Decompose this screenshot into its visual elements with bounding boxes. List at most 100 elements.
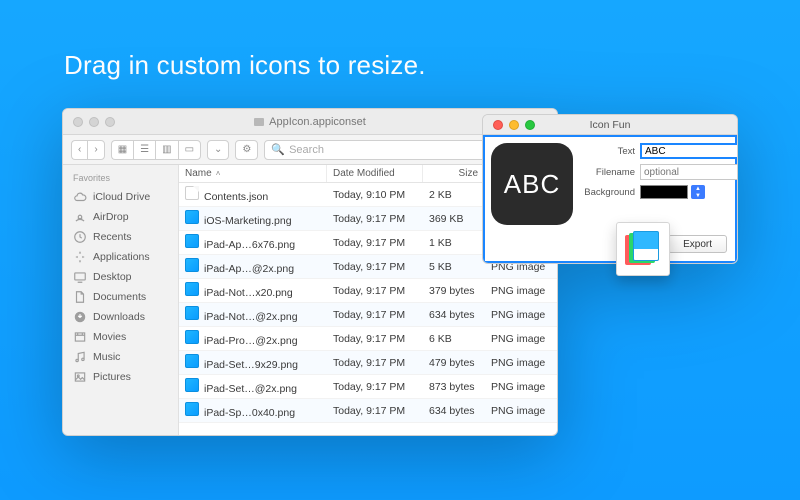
finder-sidebar: Favorites iCloud Drive AirDrop Recents Appl… [63, 165, 179, 435]
action-button[interactable]: ⚙︎ [235, 140, 258, 160]
file-size: 5 KB [423, 261, 485, 273]
folder-icon [254, 118, 264, 126]
export-button[interactable]: Export [668, 235, 727, 253]
file-name: iOS-Marketing.png [204, 215, 292, 227]
sidebar-item-icloud-drive[interactable]: iCloud Drive [63, 187, 178, 207]
sidebar-item-applications[interactable]: Applications [63, 247, 178, 267]
file-size: 873 bytes [423, 381, 485, 393]
sidebar-item-label: Documents [93, 291, 146, 303]
sidebar-item-recents[interactable]: Recents [63, 227, 178, 247]
hero-caption: Drag in custom icons to resize. [64, 50, 426, 81]
back-button[interactable]: ‹ [71, 140, 87, 160]
file-name: iPad-Ap…6x76.png [204, 239, 295, 251]
file-name: iPad-Not…@2x.png [204, 311, 298, 323]
file-png-icon [185, 210, 199, 224]
file-size: 6 KB [423, 333, 485, 345]
sidebar-item-label: AirDrop [93, 211, 129, 223]
table-row[interactable]: iPad-Sp…0x40.pngToday, 9:17 PM634 bytesP… [179, 399, 557, 423]
background-label: Background [581, 187, 635, 198]
filename-input[interactable] [640, 164, 738, 180]
file-kind: PNG image [485, 357, 557, 369]
view-icons-button[interactable]: ▦ [111, 140, 133, 160]
forward-button[interactable]: › [87, 140, 104, 160]
file-name: iPad-Sp…0x40.png [204, 407, 295, 419]
file-size: 634 bytes [423, 309, 485, 321]
file-name: iPad-Pro…@2x.png [204, 335, 298, 347]
search-icon: 🔍 [271, 143, 285, 156]
file-name: iPad-Ap…@2x.png [204, 263, 294, 275]
header-date[interactable]: Date Modified [327, 165, 423, 182]
airdrop-icon [73, 210, 87, 224]
download-icon [73, 310, 87, 324]
header-size[interactable]: Size [423, 165, 485, 182]
background-stepper[interactable]: ▲▼ [691, 185, 705, 199]
arrange-button[interactable]: ⌄ [207, 140, 229, 160]
movie-icon [73, 330, 87, 344]
header-name[interactable]: Name˄ [179, 165, 327, 182]
file-kind: PNG image [485, 405, 557, 417]
file-date: Today, 9:17 PM [327, 261, 423, 273]
desktop-icon [73, 270, 87, 284]
clock-icon [73, 230, 87, 244]
sidebar-item-label: Pictures [93, 371, 131, 383]
file-name: iPad-Not…x20.png [204, 287, 293, 299]
file-size: 369 KB [423, 213, 485, 225]
file-png-icon [185, 234, 199, 248]
file-size: 1 KB [423, 237, 485, 249]
file-kind: PNG image [485, 309, 557, 321]
file-png-icon [185, 354, 199, 368]
text-input[interactable] [640, 143, 738, 159]
apps-icon [73, 250, 87, 264]
table-row[interactable]: iPad-Not…@2x.png Today, 9:17 PM634 bytesP… [179, 303, 557, 327]
cloud-icon [73, 190, 87, 204]
file-date: Today, 9:17 PM [327, 357, 423, 369]
table-row[interactable]: iPad-Not…x20.png Today, 9:17 PM379 bytesP… [179, 279, 557, 303]
iconfun-titlebar[interactable]: Icon Fun [483, 115, 737, 135]
file-name: iPad-Set…9x29.png [204, 359, 298, 371]
sidebar-item-label: iCloud Drive [93, 191, 150, 203]
dragged-icon-thumbnail[interactable] [616, 222, 670, 276]
picture-icon [73, 370, 87, 384]
sidebar-item-label: Movies [93, 331, 126, 343]
doc-icon [73, 290, 87, 304]
sidebar-item-documents[interactable]: Documents [63, 287, 178, 307]
file-size: 379 bytes [423, 285, 485, 297]
file-size: 2 KB [423, 189, 485, 201]
file-date: Today, 9:17 PM [327, 237, 423, 249]
table-row[interactable]: iPad-Set…9x29.png Today, 9:17 PM479 bytes… [179, 351, 557, 375]
file-png-icon [185, 330, 199, 344]
file-size: 479 bytes [423, 357, 485, 369]
file-name: Contents.json [204, 191, 268, 203]
sidebar-section-label: Favorites [63, 171, 178, 187]
sidebar-item-movies[interactable]: Movies [63, 327, 178, 347]
file-date: Today, 9:17 PM [327, 213, 423, 225]
window-title: Icon Fun [483, 119, 737, 131]
view-columns-button[interactable]: ▥ [155, 140, 177, 160]
sidebar-item-label: Desktop [93, 271, 132, 283]
iconfun-window: Icon Fun ABC Text Filename Background [482, 114, 738, 264]
view-list-button[interactable]: ☰ [133, 140, 155, 160]
text-label: Text [581, 146, 635, 157]
table-row[interactable]: iPad-Set…@2x.pngToday, 9:17 PM873 bytesP… [179, 375, 557, 399]
sidebar-item-music[interactable]: Music [63, 347, 178, 367]
file-png-icon [185, 258, 199, 272]
file-kind: PNG image [485, 285, 557, 297]
sidebar-item-pictures[interactable]: Pictures [63, 367, 178, 387]
search-placeholder: Search [289, 144, 324, 156]
file-kind: PNG image [485, 333, 557, 345]
music-icon [73, 350, 87, 364]
file-date: Today, 9:17 PM [327, 285, 423, 297]
sidebar-item-desktop[interactable]: Desktop [63, 267, 178, 287]
sidebar-item-airdrop[interactable]: AirDrop [63, 207, 178, 227]
file-date: Today, 9:17 PM [327, 309, 423, 321]
sidebar-item-label: Applications [93, 251, 150, 263]
view-gallery-button[interactable]: ▭ [178, 140, 201, 160]
sidebar-item-label: Music [93, 351, 120, 363]
file-size: 634 bytes [423, 405, 485, 417]
table-row[interactable]: iPad-Pro…@2x.png Today, 9:17 PM6 KBPNG im… [179, 327, 557, 351]
file-png-icon [185, 378, 199, 392]
file-png-icon [185, 306, 199, 320]
background-swatch[interactable] [640, 185, 688, 199]
sidebar-item-downloads[interactable]: Downloads [63, 307, 178, 327]
file-date: Today, 9:17 PM [327, 333, 423, 345]
